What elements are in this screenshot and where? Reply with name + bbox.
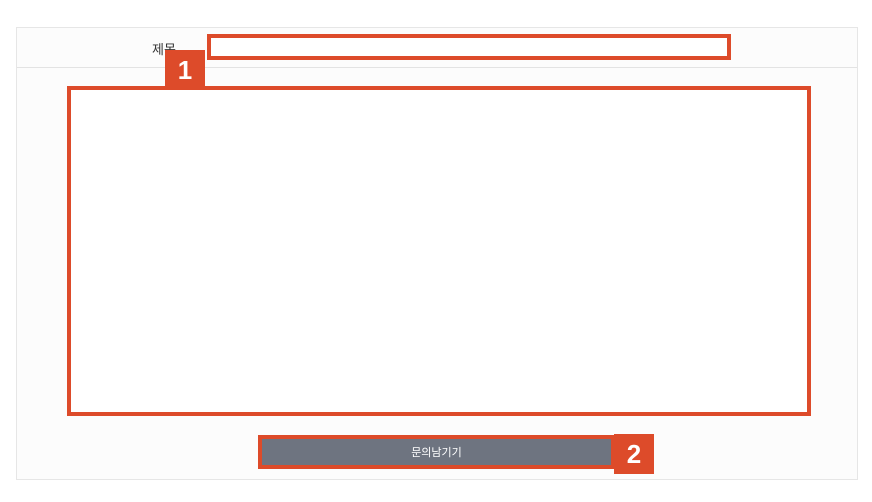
title-row: 제목 xyxy=(17,28,857,68)
annotation-badge-1: 1 xyxy=(165,50,205,88)
submit-inquiry-button[interactable]: 문의남기기 xyxy=(258,435,615,469)
content-textarea[interactable] xyxy=(67,86,811,416)
annotation-badge-2: 2 xyxy=(614,434,654,474)
title-input[interactable] xyxy=(207,34,731,60)
inquiry-form: 제목 문의남기기 xyxy=(16,27,858,480)
